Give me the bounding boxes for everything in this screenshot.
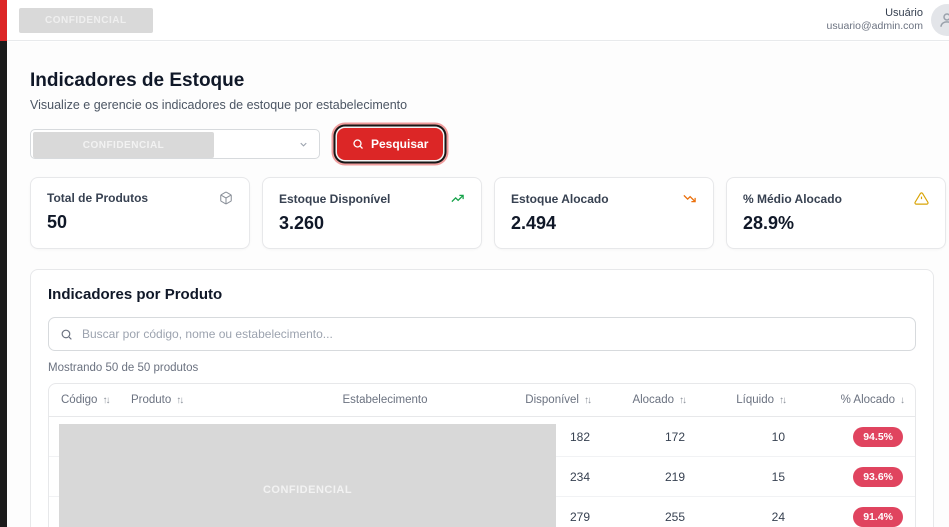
pct-alocado-badge: 91.4% (853, 507, 903, 527)
products-section-title: Indicadores por Produto (48, 286, 916, 303)
cell-alocado: 172 (590, 430, 685, 444)
sort-icon: ↓ (900, 395, 903, 406)
kpi-value: 3.260 (279, 213, 465, 234)
col-header-produto[interactable]: Produto↑↓ (131, 394, 285, 406)
pesquisar-button-label: Pesquisar (371, 137, 428, 151)
kpi-label: Estoque Disponível (279, 192, 390, 206)
product-search-box (48, 317, 916, 351)
kpi-card-pct-medio-alocado: % Médio Alocado 28.9% (726, 177, 946, 249)
pct-alocado-badge: 93.6% (853, 467, 903, 487)
col-header-pct-alocado[interactable]: % Alocado↓ (785, 394, 903, 406)
cell-alocado: 219 (590, 470, 685, 484)
kpi-value: 2.494 (511, 213, 697, 234)
product-search-input[interactable] (82, 327, 904, 341)
kpi-label: Total de Produtos (47, 191, 148, 205)
kpi-value: 50 (47, 212, 233, 233)
sort-icon: ↑↓ (176, 395, 182, 406)
establishment-select[interactable]: CONFIDENCIAL (30, 129, 320, 159)
select-confidential-overlay: CONFIDENCIAL (33, 132, 214, 158)
kpi-card-total-produtos: Total de Produtos 50 (30, 177, 250, 249)
col-header-disponivel[interactable]: Disponível↑↓ (485, 394, 590, 406)
pct-alocado-badge: 94.5% (853, 427, 903, 447)
sort-icon: ↑↓ (102, 395, 108, 406)
kpi-value: 28.9% (743, 213, 929, 234)
col-header-codigo[interactable]: Código↑↓ (61, 394, 131, 406)
user-avatar-icon[interactable] (931, 4, 949, 36)
col-header-alocado[interactable]: Alocado↑↓ (590, 394, 685, 406)
trending-up-icon (450, 191, 465, 206)
kpi-label: % Médio Alocado (743, 192, 842, 206)
cell-liquido: 10 (685, 430, 785, 444)
main-content: Indicadores de Estoque Visualize e geren… (7, 42, 949, 527)
kpi-row: Total de Produtos 50 Estoque Disponível … (30, 177, 947, 249)
kpi-card-estoque-disponivel: Estoque Disponível 3.260 (262, 177, 482, 249)
filter-row: CONFIDENCIAL Pesquisar (30, 128, 947, 160)
package-icon (219, 191, 233, 205)
user-meta: Usuário usuario@admin.com (827, 6, 923, 34)
showing-count-text: Mostrando 50 de 50 produtos (48, 362, 916, 374)
chevron-down-icon (298, 139, 309, 150)
alert-triangle-icon (914, 191, 929, 206)
table-confidential-overlay: CONFIDENCIAL (59, 424, 556, 527)
sidebar-logo-area (0, 0, 7, 41)
confidential-overlay-label: CONFIDENCIAL (263, 484, 352, 496)
user-name: Usuário (827, 6, 923, 20)
search-icon (60, 328, 73, 341)
table-header-row: Código↑↓ Produto↑↓ Estabelecimento Dispo… (49, 384, 915, 417)
user-menu[interactable]: Usuário usuario@admin.com (827, 4, 949, 36)
page-title: Indicadores de Estoque (30, 70, 947, 92)
cell-liquido: 15 (685, 470, 785, 484)
page-subtitle: Visualize e gerencie os indicadores de e… (30, 98, 947, 112)
trending-down-icon (682, 191, 697, 206)
pesquisar-button[interactable]: Pesquisar (337, 128, 443, 160)
col-header-liquido[interactable]: Líquido↑↓ (685, 394, 785, 406)
search-icon (352, 138, 364, 150)
confidential-badge: CONFIDENCIAL (19, 8, 153, 33)
user-email: usuario@admin.com (827, 20, 923, 34)
cell-pct-alocado: 93.6% (785, 467, 903, 487)
sidebar-edge (0, 0, 7, 527)
kpi-card-estoque-alocado: Estoque Alocado 2.494 (494, 177, 714, 249)
topbar: CONFIDENCIAL Usuário usuario@admin.com (7, 0, 949, 41)
products-table: Código↑↓ Produto↑↓ Estabelecimento Dispo… (48, 383, 916, 527)
cell-pct-alocado: 91.4% (785, 507, 903, 527)
kpi-label: Estoque Alocado (511, 192, 609, 206)
col-header-estabelecimento: Estabelecimento (285, 394, 485, 406)
cell-liquido: 24 (685, 510, 785, 524)
cell-pct-alocado: 94.5% (785, 427, 903, 447)
products-section: Indicadores por Produto Mostrando 50 de … (30, 269, 934, 527)
cell-alocado: 255 (590, 510, 685, 524)
